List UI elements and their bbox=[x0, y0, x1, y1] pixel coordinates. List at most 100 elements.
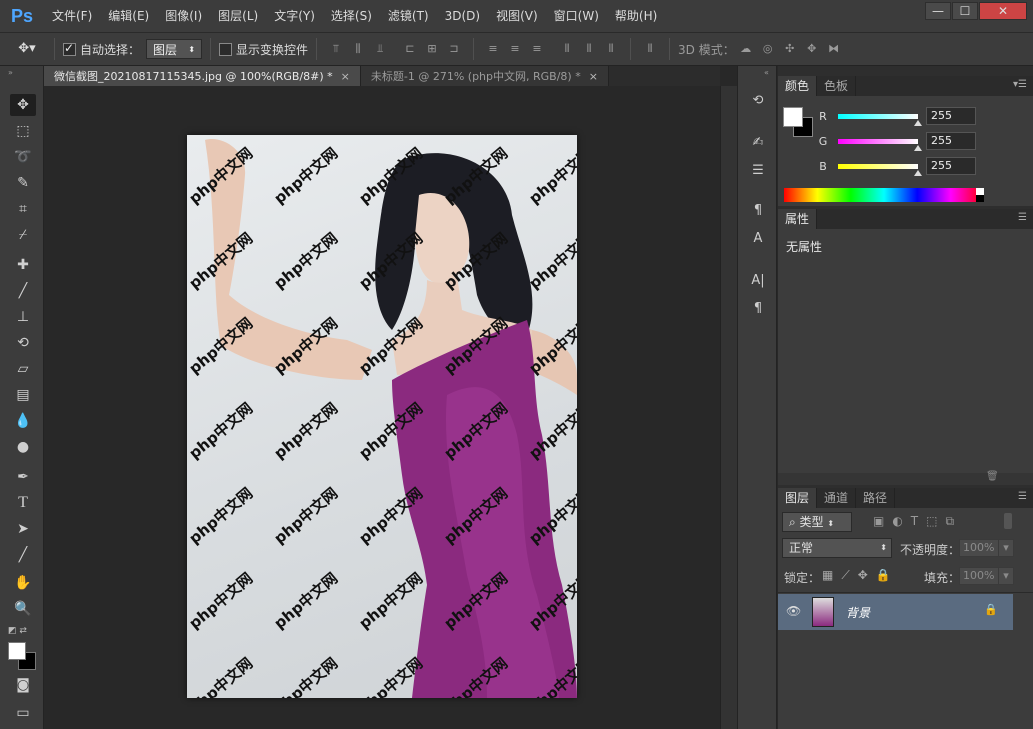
menu-window[interactable]: 窗口(W) bbox=[546, 0, 607, 32]
tab-layers[interactable]: 图层 bbox=[778, 488, 818, 508]
type-tool-icon[interactable]: T bbox=[10, 492, 36, 514]
zoom-tool-icon[interactable]: 🔍 bbox=[10, 598, 36, 620]
slider-thumb[interactable] bbox=[914, 119, 922, 126]
3d-scale-icon[interactable]: ⧓ bbox=[827, 42, 841, 56]
menu-view[interactable]: 视图(V) bbox=[488, 0, 546, 32]
menu-type[interactable]: 文字(Y) bbox=[266, 0, 323, 32]
3d-rotate-icon[interactable]: ☁ bbox=[739, 42, 753, 56]
layer-row-background[interactable]: 👁 背景 🔒 bbox=[778, 594, 1013, 630]
panel-menu-icon[interactable]: ▾☰ bbox=[1013, 79, 1027, 90]
slider-track[interactable] bbox=[838, 138, 922, 151]
red-slider[interactable]: R 255 bbox=[808, 105, 976, 127]
line-tool-icon[interactable]: ╱ bbox=[10, 544, 36, 566]
panel-menu-icon[interactable]: ☰ bbox=[1018, 491, 1027, 502]
menu-help[interactable]: 帮助(H) bbox=[607, 0, 665, 32]
screen-mode-icon[interactable]: ▭ bbox=[10, 702, 36, 724]
align-right-icon[interactable]: ⊐ bbox=[447, 42, 461, 56]
pen-tool-icon[interactable]: ✒ bbox=[10, 466, 36, 488]
layer-filter-dropdown[interactable]: ⌕ 类型 ⬍ bbox=[782, 512, 852, 532]
brush-tool-icon[interactable]: ╱ bbox=[10, 280, 36, 302]
character-panel-icon[interactable]: A| bbox=[746, 270, 770, 292]
tab-document-2[interactable]: 未标题-1 @ 271% (php中文网, RGB/8) * × bbox=[360, 66, 609, 86]
clone-stamp-tool-icon[interactable]: ⊥ bbox=[10, 306, 36, 328]
blend-mode-dropdown[interactable]: 正常 ⬍ bbox=[782, 538, 892, 558]
brush-panel-icon[interactable]: ✍ bbox=[746, 132, 770, 154]
align-left-icon[interactable]: ⊏ bbox=[403, 42, 417, 56]
channel-value[interactable]: 255 bbox=[926, 132, 976, 150]
distribute-bottom-icon[interactable]: ≡ bbox=[530, 42, 544, 56]
eraser-tool-icon[interactable]: ▱ bbox=[10, 358, 36, 380]
crop-tool-icon[interactable]: ⌗ bbox=[10, 198, 36, 220]
auto-select-target-dropdown[interactable]: 图层 ⬍ bbox=[146, 39, 203, 59]
move-tool-icon[interactable]: ✥ bbox=[10, 94, 36, 116]
quick-mask-icon[interactable]: ◙ bbox=[10, 674, 36, 696]
chevron-down-icon[interactable]: ▾ bbox=[998, 539, 1014, 557]
color-spectrum-bar[interactable] bbox=[784, 188, 984, 202]
tab-properties[interactable]: 属性 bbox=[778, 209, 818, 229]
fill-value[interactable]: 100% bbox=[959, 567, 999, 585]
history-brush-tool-icon[interactable]: ⟲ bbox=[10, 332, 36, 354]
character-styles-icon[interactable]: A bbox=[746, 228, 770, 250]
eyedropper-tool-icon[interactable]: ⌿ bbox=[10, 224, 36, 246]
canvas-area[interactable]: php中文网 php中文网 php中文网 php中文网 php中文网 php中文网 php中… bbox=[44, 86, 720, 729]
eye-icon[interactable]: 👁 bbox=[786, 604, 801, 618]
quick-select-tool-icon[interactable]: ✎ bbox=[10, 172, 36, 194]
align-vcenter-icon[interactable]: ⫼ bbox=[351, 42, 365, 56]
vertical-scrollbar[interactable] bbox=[720, 86, 737, 729]
layer-name[interactable]: 背景 bbox=[846, 604, 870, 621]
hand-tool-icon[interactable]: ✋ bbox=[10, 572, 36, 594]
channel-value[interactable]: 255 bbox=[926, 107, 976, 125]
slider-thumb[interactable] bbox=[914, 169, 922, 176]
3d-pan-icon[interactable]: ✣ bbox=[783, 42, 797, 56]
menu-image[interactable]: 图像(I) bbox=[157, 0, 210, 32]
auto-align-icon[interactable]: ⫴ bbox=[643, 42, 657, 56]
collapse-icon[interactable]: » bbox=[8, 68, 13, 77]
history-panel-icon[interactable]: ⟲ bbox=[746, 90, 770, 112]
distribute-hcenter-icon[interactable]: ⦀ bbox=[582, 42, 596, 56]
menu-layer[interactable]: 图层(L) bbox=[210, 0, 266, 32]
path-selection-tool-icon[interactable]: ➤ bbox=[10, 518, 36, 540]
tab-color[interactable]: 颜色 bbox=[778, 76, 818, 96]
tab-channels[interactable]: 通道 bbox=[817, 488, 857, 508]
gradient-tool-icon[interactable]: ▤ bbox=[10, 384, 36, 406]
healing-brush-tool-icon[interactable]: ✚ bbox=[10, 254, 36, 276]
distribute-right-icon[interactable]: ⦀ bbox=[604, 42, 618, 56]
opacity-value[interactable]: 100% bbox=[959, 539, 999, 557]
green-slider[interactable]: G 255 bbox=[808, 130, 976, 152]
slider-track[interactable] bbox=[838, 113, 922, 126]
white-swatch[interactable] bbox=[976, 188, 984, 195]
close-icon[interactable]: × bbox=[341, 70, 350, 83]
menu-select[interactable]: 选择(S) bbox=[323, 0, 380, 32]
align-hcenter-icon[interactable]: ⊞ bbox=[425, 42, 439, 56]
distribute-vcenter-icon[interactable]: ≡ bbox=[508, 42, 522, 56]
paragraph-panel-icon[interactable]: ¶ bbox=[746, 298, 770, 320]
panel-menu-icon[interactable]: ☰ bbox=[1018, 212, 1027, 223]
menu-3d[interactable]: 3D(D) bbox=[437, 0, 488, 32]
tab-document-1[interactable]: 微信截图_20210817115345.jpg @ 100%(RGB/8#) *… bbox=[44, 66, 361, 86]
align-top-icon[interactable]: ⫪ bbox=[329, 42, 343, 56]
foreground-swatch[interactable] bbox=[783, 107, 803, 127]
minimize-button[interactable]: — bbox=[925, 2, 951, 20]
3d-slide-icon[interactable]: ✥ bbox=[805, 42, 819, 56]
menu-file[interactable]: 文件(F) bbox=[44, 0, 100, 32]
3d-roll-icon[interactable]: ◎ bbox=[761, 42, 775, 56]
filter-toggle[interactable] bbox=[1004, 513, 1012, 529]
align-bottom-icon[interactable]: ⫫ bbox=[373, 42, 387, 56]
blur-tool-icon[interactable]: 💧 bbox=[10, 410, 36, 432]
distribute-left-icon[interactable]: ⦀ bbox=[560, 42, 574, 56]
menu-edit[interactable]: 编辑(E) bbox=[100, 0, 157, 32]
layer-filter-icons[interactable]: ▣◐T⬚⧉ bbox=[873, 514, 962, 529]
auto-select-checkbox[interactable] bbox=[63, 41, 76, 56]
lasso-tool-icon[interactable]: ➰ bbox=[10, 146, 36, 168]
tab-paths[interactable]: 路径 bbox=[856, 488, 896, 508]
show-transform-checkbox[interactable] bbox=[219, 42, 233, 56]
close-window-button[interactable]: ✕ bbox=[979, 2, 1027, 20]
black-swatch[interactable] bbox=[976, 195, 984, 202]
maximize-button[interactable]: ☐ bbox=[952, 2, 978, 20]
tab-swatches[interactable]: 色板 bbox=[817, 76, 857, 96]
menu-filter[interactable]: 滤镜(T) bbox=[380, 0, 437, 32]
close-icon[interactable]: × bbox=[589, 70, 598, 83]
chevron-down-icon[interactable]: ▾ bbox=[998, 567, 1014, 585]
paragraph-styles-icon[interactable]: ¶ bbox=[746, 200, 770, 222]
collapse-icon[interactable]: « bbox=[764, 68, 769, 77]
